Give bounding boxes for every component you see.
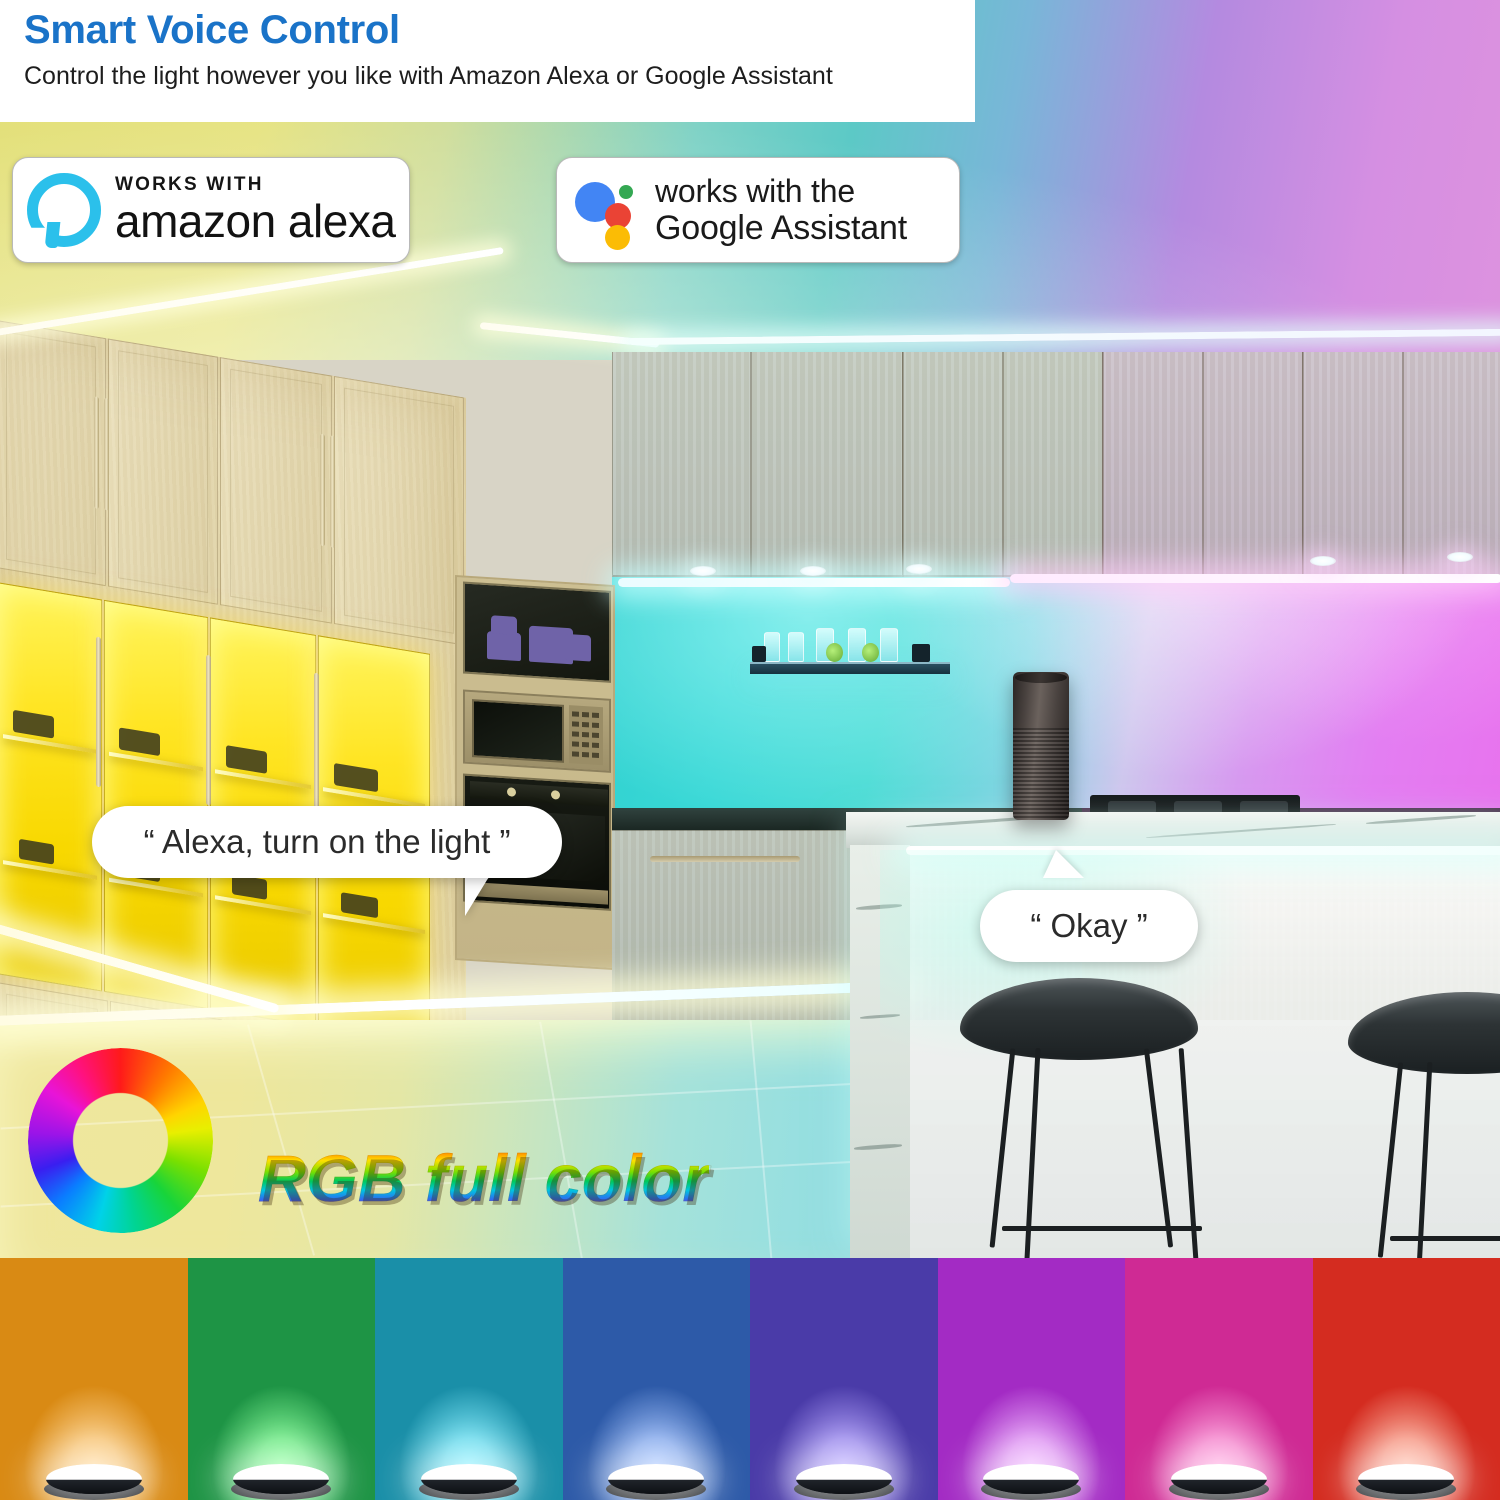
light-puck	[608, 1464, 705, 1494]
light-puck	[420, 1464, 517, 1494]
rgb-color-wheel-icon	[28, 1048, 213, 1233]
cabinet-handle	[330, 435, 335, 549]
cabinet-pull	[650, 856, 800, 862]
under-cabinet-led-cyan	[618, 578, 1010, 587]
marble-vein	[1146, 823, 1336, 839]
floating-glass-shelf	[750, 628, 950, 674]
oven-knob	[551, 790, 560, 800]
glass-jar	[880, 628, 898, 662]
amazon-echo-speaker	[1013, 672, 1069, 820]
color-swatch-pink	[1125, 1258, 1313, 1500]
user-speech-text: “ Alexa, turn on the light ”	[143, 823, 511, 860]
google-badge-line2: Google Assistant	[655, 209, 907, 247]
light-puck	[233, 1464, 330, 1494]
upper-cabinet	[612, 352, 902, 577]
light-puck	[1358, 1464, 1455, 1494]
upper-cabinet	[1302, 352, 1500, 577]
cabinet-handle	[96, 636, 101, 788]
island-marble-top	[846, 812, 1500, 848]
google-badge-line1: works with the	[655, 173, 855, 209]
glass-jar	[788, 632, 804, 662]
alexa-badge-line1: WORKS WITH	[115, 174, 264, 195]
echo-light-ring	[1015, 672, 1067, 683]
microwave-window	[472, 699, 564, 763]
light-puck	[983, 1464, 1080, 1494]
cabinet-handle	[94, 396, 99, 510]
echo-speaker-mesh	[1013, 728, 1069, 820]
shelf-object	[912, 644, 930, 662]
works-with-google-assistant-badge[interactable]: works with the Google Assistant	[556, 157, 960, 263]
assistant-bubble-tail	[1043, 850, 1084, 878]
cabinet-door	[334, 375, 464, 646]
glass-jar	[764, 632, 780, 662]
color-swatch-indigo	[750, 1258, 938, 1500]
page-title: Smart Voice Control	[24, 8, 400, 52]
header-banner: Smart Voice Control Control the light ho…	[0, 0, 975, 122]
color-swatch-purple	[937, 1258, 1125, 1500]
user-speech-bubble: “ Alexa, turn on the light ”	[92, 806, 562, 878]
assistant-speech-text: “ Okay ”	[1030, 907, 1148, 944]
downlight	[1447, 552, 1473, 562]
downlight	[690, 566, 716, 576]
tile-joint	[749, 1020, 773, 1258]
cabinet-handle	[320, 433, 325, 547]
cabinet-handle	[314, 672, 319, 824]
potted-plant	[826, 643, 843, 662]
microwave	[463, 689, 611, 773]
downlight	[800, 566, 826, 576]
light-puck	[45, 1464, 142, 1494]
cabinet-door	[108, 338, 218, 605]
rgb-full-color-label: RGB full color	[258, 1141, 709, 1216]
potted-plant	[862, 643, 879, 662]
oven-control-bar	[470, 780, 608, 807]
cabinet-handle	[206, 654, 211, 806]
color-swatch-orange	[0, 1258, 188, 1500]
color-swatch-green	[187, 1258, 375, 1500]
marble-vein	[853, 1143, 903, 1151]
color-swatch-red	[1312, 1258, 1500, 1500]
oven-knob	[507, 787, 516, 797]
alexa-badge-line2: amazon alexa	[115, 195, 396, 247]
color-swatch-cyan	[375, 1258, 563, 1500]
assistant-speech-bubble: “ Okay ”	[980, 890, 1198, 962]
cabinet-handle	[104, 397, 109, 511]
microwave-keypad	[569, 705, 603, 766]
downlight	[1310, 556, 1336, 566]
cookware	[491, 615, 517, 635]
alexa-ring-icon	[27, 173, 101, 248]
downlight	[906, 564, 932, 574]
google-assistant-dots-icon	[575, 173, 637, 250]
cabinet-door	[0, 320, 106, 587]
light-puck	[795, 1464, 892, 1494]
cookware	[487, 631, 521, 662]
under-cabinet-led-magenta	[1010, 574, 1500, 583]
lit-glass-cabinet	[104, 599, 208, 1010]
light-puck	[1170, 1464, 1267, 1494]
glass-upper-cabinet	[463, 581, 611, 683]
island-glow	[880, 850, 1500, 1110]
marble-vein	[1366, 814, 1476, 825]
shelf-object	[752, 646, 766, 662]
cabinet-door	[220, 357, 332, 624]
color-swatch-blue	[562, 1258, 750, 1500]
cookware	[565, 633, 591, 662]
product-marketing-image: Smart Voice Control Control the light ho…	[0, 0, 1500, 1500]
page-subtitle: Control the light however you like with …	[24, 62, 833, 90]
works-with-alexa-badge[interactable]: WORKS WITH amazon alexa	[12, 157, 410, 263]
color-swatch-strip	[0, 1258, 1500, 1500]
